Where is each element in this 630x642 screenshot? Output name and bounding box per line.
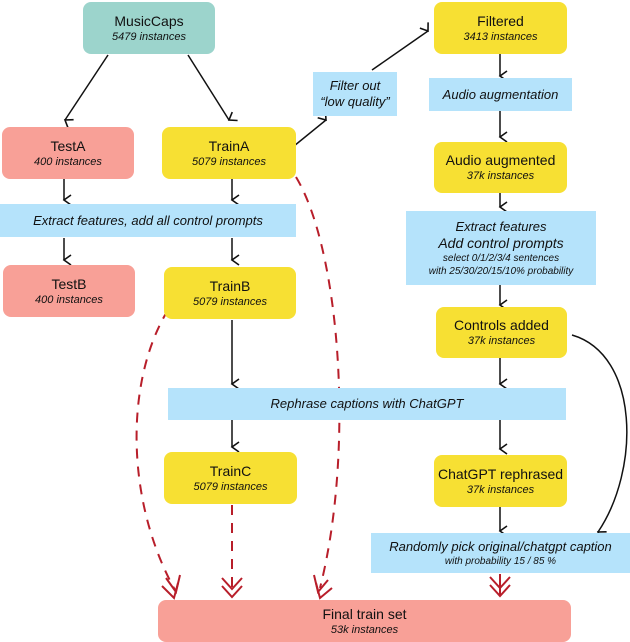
node-title: ChatGPT rephrased	[437, 465, 564, 482]
double-chevron-3	[313, 574, 333, 600]
arrow-filter-filtered	[371, 22, 429, 71]
node-title: TrainC	[209, 462, 252, 479]
node-testb: TestB 400 instances	[3, 265, 135, 317]
arrow-controls-randompick-curve	[571, 334, 628, 541]
step-audio-augmentation: Audio augmentation	[429, 78, 572, 111]
node-chatgpt-rephrased: ChatGPT rephrased 37k instances	[434, 455, 567, 507]
node-count: 3413 instances	[463, 30, 538, 43]
node-title: Audio augmented	[445, 152, 556, 168]
step-label-line2: with probability 15 / 85 %	[444, 555, 557, 567]
node-musiccaps: MusicCaps 5479 instances	[83, 2, 215, 54]
step-label: Extract features, add all control prompt…	[33, 212, 263, 228]
node-title: TrainA	[208, 137, 250, 154]
step-extract-all: Extract features, add all control prompt…	[0, 204, 296, 237]
step-rephrase: Rephrase captions with ChatGPT	[168, 388, 566, 420]
step-label: Audio augmentation	[442, 86, 559, 102]
node-count: 53k instances	[330, 623, 399, 636]
node-traina: TrainA 5079 instances	[162, 127, 296, 179]
arrow-musiccaps-traina	[187, 54, 238, 122]
step-label: Rephrase captions with ChatGPT	[270, 396, 464, 411]
merge-arrow-trainb-final	[135, 309, 176, 591]
node-title: Controls added	[454, 317, 549, 333]
node-trainc: TrainC 5079 instances	[164, 452, 297, 504]
node-count: 400 instances	[35, 293, 103, 306]
double-chevron-1	[161, 574, 181, 600]
node-testa: TestA 400 instances	[2, 127, 134, 179]
node-count: 5079 instances	[192, 155, 266, 168]
node-title: Filtered	[477, 12, 524, 29]
step-label-line1: Randomly pick original/chatgpt caption	[389, 538, 612, 554]
node-count: 5479 instances	[112, 30, 186, 43]
step-filter: Filter out “low quality”	[313, 72, 397, 116]
node-count: 37k instances	[467, 335, 536, 347]
step-label-line4: with 25/30/20/15/10% probability	[428, 265, 574, 277]
step-label-line1: Extract features	[455, 218, 547, 234]
step-label-line3: select 0/1/2/3/4 sentences	[442, 252, 560, 264]
node-audio-augmented: Audio augmented 37k instances	[434, 142, 567, 193]
step-extract-controls: Extract features Add control prompts sel…	[406, 211, 596, 285]
node-filtered: Filtered 3413 instances	[434, 2, 567, 54]
arrow-musiccaps-testa	[63, 54, 109, 129]
step-random-pick: Randomly pick original/chatgpt caption w…	[371, 533, 630, 573]
step-label-line1: Filter out	[329, 78, 381, 93]
node-final-train-set: Final train set 53k instances	[158, 600, 571, 642]
arrow-traina-filter	[293, 111, 327, 147]
step-label-line2: “low quality”	[320, 94, 390, 109]
node-title: TestB	[51, 275, 87, 292]
step-label-line2: Add control prompts	[438, 234, 564, 251]
node-trainb: TrainB 5079 instances	[164, 267, 296, 319]
node-count: 5079 instances	[193, 480, 268, 493]
node-controls-added: Controls added 37k instances	[436, 307, 567, 358]
node-count: 5079 instances	[193, 295, 267, 308]
node-title: TestA	[50, 137, 86, 154]
node-count: 37k instances	[466, 170, 535, 182]
merge-arrow-traina-final	[295, 176, 341, 589]
node-count: 400 instances	[34, 155, 102, 168]
node-count: 37k instances	[466, 483, 535, 496]
node-title: Final train set	[322, 605, 407, 622]
node-title: MusicCaps	[114, 12, 184, 29]
node-title: TrainB	[209, 277, 251, 294]
